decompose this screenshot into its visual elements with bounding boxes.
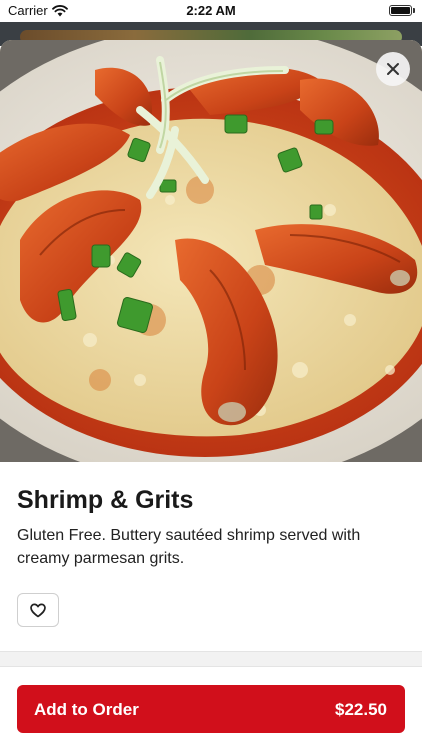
item-price: $22.50 [335, 700, 387, 719]
item-detail-sheet: Shrimp & Grits Gluten Free. Buttery saut… [0, 40, 422, 750]
status-bar: Carrier 2:22 AM [0, 0, 422, 22]
battery-icon [389, 5, 412, 16]
section-divider [0, 651, 422, 667]
clock-time: 2:22 AM [186, 3, 236, 18]
item-description: Gluten Free. Buttery sautéed shrimp serv… [17, 527, 361, 567]
favorite-button[interactable] [17, 593, 59, 627]
add-to-order-label: Add to Order [34, 700, 139, 719]
add-to-order-button[interactable]: Add to Order $22.50 [17, 685, 405, 733]
close-button[interactable] [376, 52, 410, 86]
item-photo [0, 40, 422, 462]
close-icon [387, 63, 399, 75]
heart-icon [30, 603, 46, 617]
battery-cap [413, 8, 415, 13]
item-title: Shrimp & Grits [17, 486, 194, 514]
shrimp-and-grits-photo [0, 40, 422, 462]
